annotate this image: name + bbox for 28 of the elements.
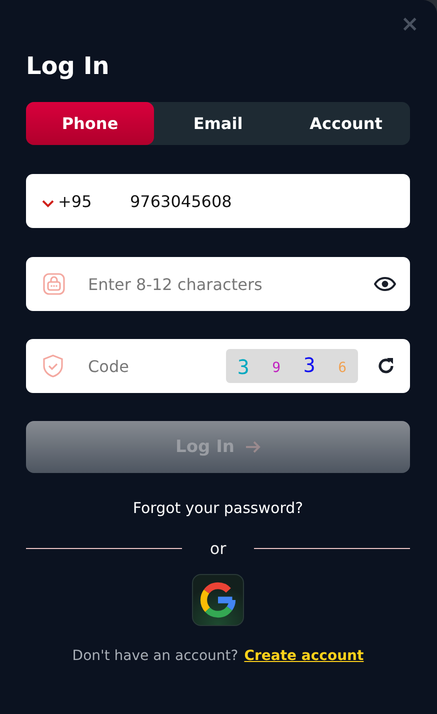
country-code[interactable]: +95 — [58, 192, 118, 210]
eye-icon[interactable] — [374, 277, 396, 291]
password-field[interactable]: Enter 8-12 characters — [26, 257, 410, 311]
create-account-link[interactable]: Create account — [244, 648, 364, 664]
captcha-character: 3 — [303, 353, 316, 377]
tab[interactable]: Account — [282, 102, 410, 145]
chevron-down-icon[interactable] — [42, 200, 54, 208]
signup-prompt: Don't have an account? — [72, 648, 238, 664]
password-input[interactable]: Enter 8-12 characters — [86, 274, 364, 294]
captcha-character: 3 — [237, 355, 250, 379]
shield-check-icon — [42, 354, 64, 378]
tab[interactable]: Phone — [26, 102, 154, 145]
code-input[interactable]: Code — [86, 356, 216, 376]
captcha-character: 6 — [338, 360, 347, 376]
tab[interactable]: Email — [154, 102, 282, 145]
captcha-character: 9 — [272, 360, 281, 376]
divider-label: or — [208, 539, 228, 558]
arrow-right-icon — [244, 441, 261, 453]
phone-field[interactable]: +95 9763045608 — [26, 174, 410, 228]
lock-icon — [42, 272, 66, 296]
phone-input[interactable]: 9763045608 — [128, 190, 396, 212]
forgot-password-link[interactable]: Forgot your password? — [132, 499, 304, 517]
dialog-title: Log In — [26, 52, 110, 80]
google-logo-icon — [199, 580, 237, 620]
code-field[interactable]: Code 3 9 3 6 — [26, 339, 410, 393]
google-login-button[interactable] — [192, 574, 244, 626]
captcha-image[interactable]: 3 9 3 6 — [226, 349, 358, 383]
refresh-icon[interactable] — [376, 356, 396, 376]
